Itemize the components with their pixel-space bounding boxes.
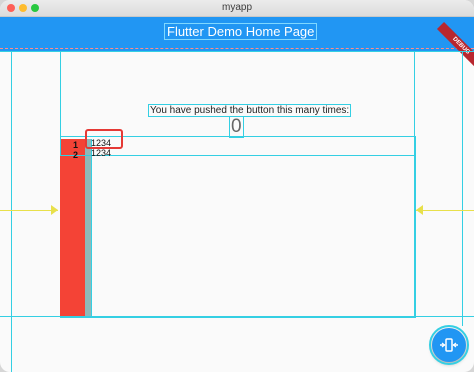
layout-guide [0, 210, 58, 211]
layout-guide [0, 51, 474, 52]
selection-highlight [85, 129, 123, 149]
widget-inspector-icon [440, 338, 458, 352]
list-item-index: 2 [73, 150, 79, 160]
layout-guide [0, 48, 474, 49]
counter-message: You have pushed the button this many tim… [147, 104, 352, 117]
layout-guide [416, 210, 474, 211]
layout-guide [462, 51, 463, 326]
layout-guide [11, 51, 12, 372]
padding-arrow-icon [416, 205, 423, 215]
list-index-column [60, 139, 85, 316]
list-divider [85, 139, 92, 316]
window-titlebar: myapp [0, 0, 474, 17]
padding-arrow-icon [51, 205, 58, 215]
inspector-fab[interactable] [429, 325, 469, 365]
app-bar-title: Flutter Demo Home Page [163, 23, 318, 40]
window-title: myapp [221, 2, 252, 13]
list-view[interactable] [60, 136, 416, 318]
counter-value: 0 [229, 116, 244, 138]
app-bar: Flutter Demo Home Page DEBUG [0, 17, 474, 71]
app-window: myapp Flutter Demo Home Page DEBUG You h… [0, 0, 474, 372]
list-item-value: 1234 [91, 148, 112, 158]
list-item-index: 1 [73, 140, 79, 150]
debug-banner: DEBUG [436, 21, 474, 71]
